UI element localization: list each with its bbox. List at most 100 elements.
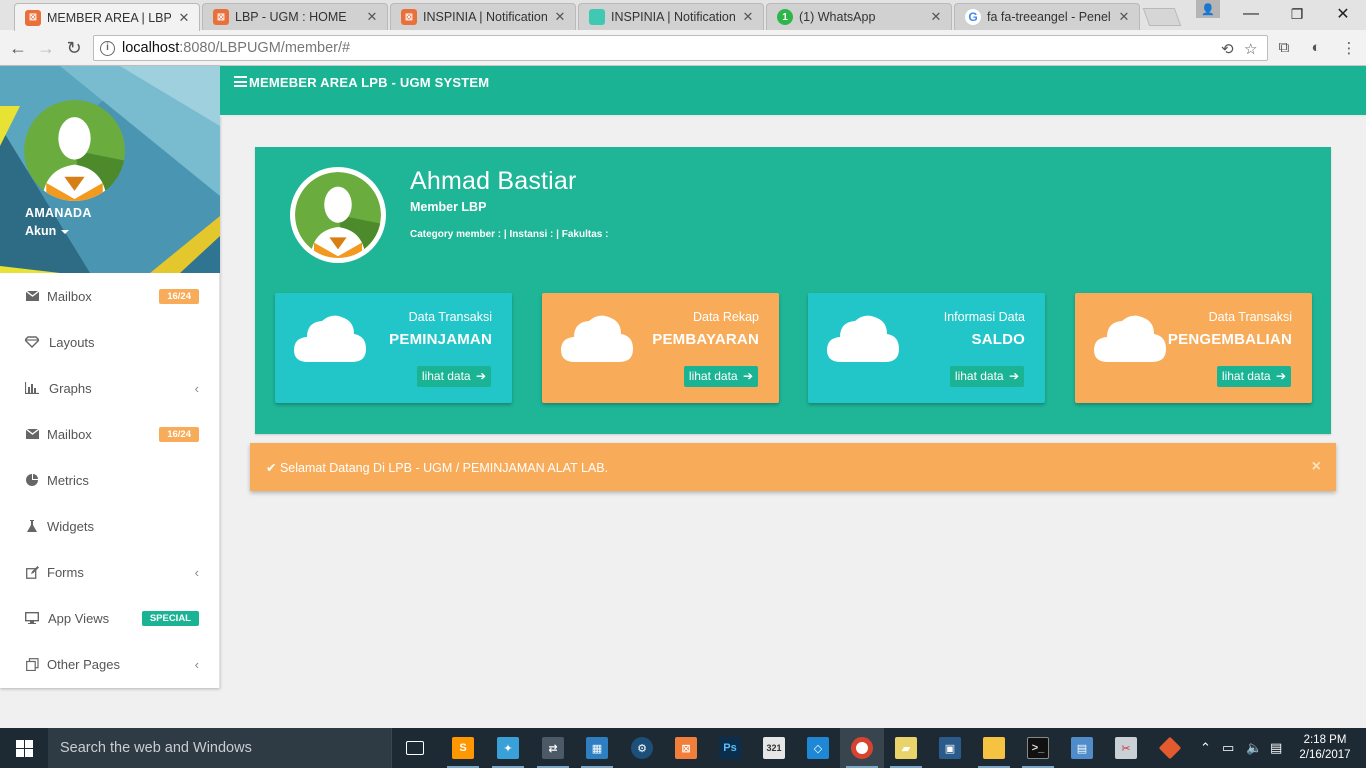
windows-taskbar: Search the web and Windows S ✦ ⇄ ▦ ⚙ ⊠ P… (0, 728, 1366, 768)
taskbar-search-box[interactable]: Search the web and Windows (48, 728, 392, 768)
inspinia-icon (589, 9, 605, 25)
back-icon[interactable]: ← (7, 37, 29, 59)
taskbar-app-15[interactable]: ▤ (1060, 728, 1104, 768)
taskbar-xampp[interactable]: ⊠ (664, 728, 708, 768)
bookmark-star-icon[interactable]: ☆ (1244, 40, 1257, 58)
url-input[interactable]: i localhost:8080/LBPUGM/member/# ⟲ ☆ (93, 35, 1268, 61)
minimize-window-button[interactable]: — (1228, 0, 1274, 28)
xampp-icon: ⊠ (213, 9, 229, 25)
bar-chart-icon (25, 381, 39, 395)
cloud-icon (1094, 315, 1166, 362)
taskbar-app-16[interactable]: ✂ (1104, 728, 1148, 768)
browser-tab-inspinia-2[interactable]: INSPINIA | Notifications ✕ (578, 3, 764, 30)
reload-icon[interactable]: ↻ (63, 37, 85, 59)
folder-icon (983, 737, 1005, 759)
account-dropdown[interactable]: Akun (25, 224, 70, 238)
windows-logo-icon (15, 739, 33, 757)
page-title: MEMEBER AREA LPB - UGM SYSTEM (249, 75, 490, 90)
browser-tab-whatsapp[interactable]: 1 (1) WhatsApp ✕ (766, 3, 952, 30)
cloud-icon (294, 315, 366, 362)
chrome-menu-icon[interactable]: ⋮ (1340, 39, 1358, 57)
alert-close-button[interactable]: × (1312, 458, 1321, 476)
taskbar-git[interactable] (1148, 728, 1192, 768)
terminal-icon: >_ (1027, 737, 1049, 759)
taskbar-app-3[interactable]: ⇄ (531, 728, 575, 768)
taskbar-clock[interactable]: 2:18 PM 2/16/2017 (1296, 733, 1354, 763)
tray-notification-icon[interactable]: ▤ (1270, 740, 1282, 756)
taskbar-app-11[interactable]: ▰ (884, 728, 928, 768)
top-navbar: MEMEBER AREA LPB - UGM SYSTEM (220, 66, 1366, 117)
app-icon: ▤ (1071, 737, 1093, 759)
address-bar-row: ← → ↻ i localhost:8080/LBPUGM/member/# ⟲… (0, 30, 1366, 66)
browser-tab-lbp-home[interactable]: ⊠ LBP - UGM : HOME ✕ (202, 3, 388, 30)
lihat-data-button[interactable]: lihat data ➔ (1216, 366, 1291, 387)
sidebar-item-mailbox[interactable]: Mailbox 16/24 (0, 273, 219, 319)
browser-tab-google[interactable]: G fa fa-treeangel - Penelu ✕ (954, 3, 1140, 30)
taskbar-file-explorer[interactable] (972, 728, 1016, 768)
app-icon: ✂ (1115, 737, 1137, 759)
close-tab-icon[interactable]: ✕ (365, 9, 379, 25)
url-host: localhost (122, 40, 180, 56)
cast-extension-icon[interactable]: ⧉ (1275, 39, 1293, 57)
new-tab-button[interactable] (1142, 8, 1182, 26)
sublime-text-icon: S (452, 737, 474, 759)
user-avatar[interactable] (24, 100, 125, 201)
card-subtitle: Data Rekap (692, 310, 759, 324)
tray-battery-icon[interactable]: ▭ (1222, 740, 1234, 756)
card-subtitle: Data Transaksi (408, 310, 492, 324)
browser-tab-member-area[interactable]: ⊠ MEMBER AREA | LBPUGM ✕ (14, 3, 200, 31)
translate-icon[interactable]: ⟲ (1221, 40, 1234, 58)
profile-icon[interactable]: 👤 (1196, 0, 1220, 18)
close-window-button[interactable]: ✕ (1320, 0, 1366, 28)
close-tab-icon[interactable]: ✕ (553, 9, 567, 25)
taskbar-cmd[interactable]: >_ (1016, 728, 1060, 768)
taskbar-sublime[interactable]: S (441, 728, 485, 768)
taskbar-app-5[interactable]: ⚙ (620, 728, 664, 768)
hamburger-menu-icon[interactable] (234, 76, 247, 87)
taskbar-app-4[interactable]: ▦ (575, 728, 619, 768)
sidebar-item-forms[interactable]: Forms ‹ (0, 549, 219, 595)
xampp-icon: ⊠ (25, 9, 41, 26)
chevron-left-icon: ‹ (194, 380, 199, 396)
task-view-button[interactable] (393, 728, 437, 768)
taskbar-chrome[interactable] (840, 728, 884, 768)
browser-tab-inspinia-1[interactable]: ⊠ INSPINIA | Notifications ✕ (390, 3, 576, 30)
sidebar-item-metrics[interactable]: Metrics (0, 457, 219, 503)
sidebar-user-name: AMANADA (25, 206, 92, 220)
sidebar-item-mailbox-2[interactable]: Mailbox 16/24 (0, 411, 219, 457)
sidebar-item-layouts[interactable]: Layouts (0, 319, 219, 365)
lihat-data-button[interactable]: lihat data ➔ (949, 366, 1024, 387)
forward-icon[interactable]: → (35, 37, 57, 59)
windows-start-button[interactable] (0, 728, 48, 768)
tray-volume-icon[interactable]: 🔈 (1246, 740, 1262, 756)
sidebar-item-app-views[interactable]: App Views SPECIAL (0, 595, 219, 641)
taskbar-vscode[interactable]: ◇ (796, 728, 840, 768)
lihat-data-button[interactable]: lihat data ➔ (416, 366, 491, 387)
close-tab-icon[interactable]: ✕ (177, 10, 191, 26)
sidebar-item-widgets[interactable]: Widgets (0, 503, 219, 549)
close-tab-icon[interactable]: ✕ (741, 9, 755, 25)
taskbar-photoshop[interactable]: Ps (708, 728, 752, 768)
app-icon: ▰ (895, 737, 917, 759)
close-tab-icon[interactable]: ✕ (929, 9, 943, 25)
close-tab-icon[interactable]: ✕ (1117, 9, 1131, 25)
arrow-right-icon: ➔ (1005, 369, 1019, 383)
sidebar-item-graphs[interactable]: Graphs ‹ (0, 365, 219, 411)
card-title: PEMBAYARAN (652, 331, 759, 348)
virtualbox-icon: ▣ (939, 737, 961, 759)
restore-window-button[interactable]: ❐ (1274, 0, 1320, 28)
lihat-data-button[interactable]: lihat data ➔ (683, 366, 758, 387)
alert-message: Selamat Datang Di LPB - UGM / PEMINJAMAN… (279, 461, 609, 475)
site-info-icon[interactable]: i (100, 41, 115, 56)
sidebar: AMANADA Akun Mailbox 16/24 Layouts Graph… (0, 66, 220, 688)
files-icon (25, 657, 39, 671)
chevron-left-icon: ‹ (194, 564, 199, 580)
sidebar-item-other-pages[interactable]: Other Pages ‹ (0, 641, 219, 687)
xampp-icon: ⊠ (401, 9, 417, 25)
taskbar-virtualbox[interactable]: ▣ (928, 728, 972, 768)
tray-chevron-up-icon[interactable]: ⌃ (1200, 740, 1211, 756)
user-avatar-image (295, 172, 381, 258)
extension-icon[interactable]: ◐ (1307, 39, 1325, 57)
taskbar-app-2[interactable]: ✦ (486, 728, 530, 768)
taskbar-app-8[interactable]: 321 (752, 728, 796, 768)
